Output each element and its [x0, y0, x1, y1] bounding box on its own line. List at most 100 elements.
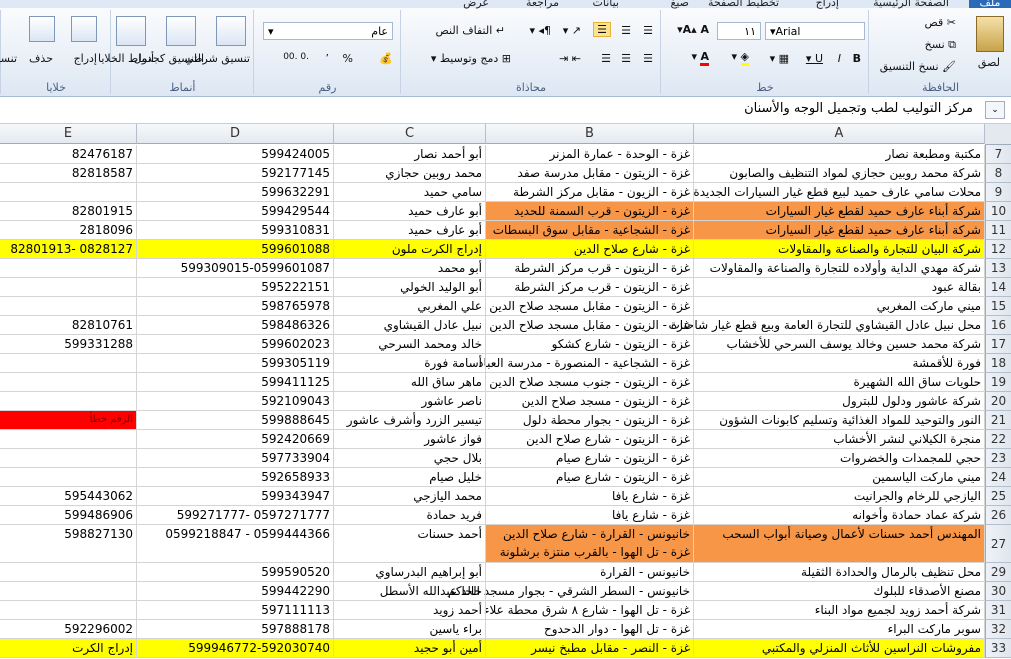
cell-e[interactable] — [0, 601, 137, 620]
cell-e[interactable]: 82476187 — [0, 145, 137, 164]
cell-a[interactable]: شركة مهدي الداية وأولاده للتجارة والصناع… — [694, 259, 985, 278]
cell-d[interactable]: 0599218847 - 0599444366 — [137, 525, 334, 563]
cell-c[interactable]: خالد عبدالله الأسطل — [334, 582, 486, 601]
formula-content[interactable]: مركز التوليب لطب وتجميل الوجه والأسنان — [744, 101, 973, 116]
cell-a[interactable]: محل تنظيف بالرمال والحدادة الثقيلة — [694, 563, 985, 582]
cell-e[interactable]: إدراج الكرت — [0, 639, 137, 658]
column-header-e[interactable]: E — [0, 124, 137, 144]
cell-b[interactable]: غزة - الزيتون - مقابل مسجد صلاح الدين — [486, 316, 694, 335]
cell-b[interactable]: غزة - الزيتون - قرب السمنة للحديد — [486, 202, 694, 221]
align-center-button[interactable]: ☰ — [621, 52, 631, 65]
row-header[interactable]: 22 — [985, 430, 1011, 449]
cell-e[interactable]: 598827130 — [0, 525, 137, 563]
row-header[interactable]: 33 — [985, 639, 1011, 658]
row-header[interactable]: 12 — [985, 240, 1011, 259]
cell-c[interactable]: أحمد حسنات — [334, 525, 486, 563]
cell-b[interactable]: غزة - تل الهوا - دوار الدحدوح — [486, 620, 694, 639]
cell-b[interactable]: غزة - الزيتون - جنوب مسجد صلاح الدين — [486, 373, 694, 392]
cell-a[interactable]: شركة عاشور ودلول للبترول — [694, 392, 985, 411]
cell-c[interactable]: فواز عاشور — [334, 430, 486, 449]
row-header[interactable]: 14 — [985, 278, 1011, 297]
row-header[interactable]: 29 — [985, 563, 1011, 582]
comma-button[interactable]: ٬ — [326, 52, 330, 65]
cell-b[interactable]: غزة - الزيتون - قرب مركز الشرطة — [486, 259, 694, 278]
row-header[interactable]: 17 — [985, 335, 1011, 354]
row-header[interactable]: 19 — [985, 373, 1011, 392]
cell-c[interactable]: أبو إبراهيم البدرساوي — [334, 563, 486, 582]
cell-a[interactable]: سوبر ماركت البراء — [694, 620, 985, 639]
align-middle-button[interactable]: ☰ — [621, 24, 631, 37]
row-header[interactable]: 10 — [985, 202, 1011, 221]
tab-file[interactable]: ملف — [969, 0, 1011, 9]
align-bottom-button[interactable]: ☰ — [593, 22, 611, 37]
currency-button[interactable]: 💰 — [379, 52, 393, 65]
cell-a[interactable]: حلويات ساق الله الشهيرة — [694, 373, 985, 392]
cell-d[interactable]: 599271777- 0597271777 — [137, 506, 334, 525]
cell-e[interactable] — [0, 373, 137, 392]
cell-a[interactable]: مصنع الأصدقاء للبلوك — [694, 582, 985, 601]
cell-c[interactable]: أبو عارف حميد — [334, 202, 486, 221]
cell-a[interactable]: شركة أبناء عارف حميد لقطع غيار السيارات — [694, 221, 985, 240]
row-header[interactable]: 20 — [985, 392, 1011, 411]
insert-cells-button[interactable] — [71, 16, 97, 45]
row-header[interactable]: 31 — [985, 601, 1011, 620]
cell-a[interactable]: منجرة الكيلاني لنشر الأخشاب — [694, 430, 985, 449]
expand-formula-button[interactable]: ⌄ — [985, 101, 1005, 119]
cell-c[interactable]: تيسير الزرد وأشرف عاشور — [334, 411, 486, 430]
cell-e[interactable]: الرقم خطأ — [0, 411, 137, 430]
cell-c[interactable]: أبو محمد — [334, 259, 486, 278]
cell-d[interactable]: 599305119 — [137, 354, 334, 373]
cell-c[interactable]: أحمد زويد — [334, 601, 486, 620]
tab-page-layout[interactable]: تخطيط الصفحة — [708, 0, 779, 9]
cell-e[interactable]: 595443062 — [0, 487, 137, 506]
cell-b[interactable]: غزة - الزيون - مقابل مركز الشرطة — [486, 183, 694, 202]
fill-color-button[interactable]: ◈ ▾ — [732, 50, 749, 66]
cell-e[interactable] — [0, 563, 137, 582]
cell-e[interactable] — [0, 354, 137, 373]
cell-d[interactable]: 599310831 — [137, 221, 334, 240]
cell-c[interactable]: بلال حجي — [334, 449, 486, 468]
cell-a[interactable]: مكتبة ومطبعة نصار — [694, 145, 985, 164]
cell-d[interactable]: 598486326 — [137, 316, 334, 335]
cell-a[interactable]: حجي للمجمدات والخضروات — [694, 449, 985, 468]
cell-e[interactable] — [0, 468, 137, 487]
cell-a[interactable]: محل نبيل عادل القيشاوي للتجارة العامة وب… — [668, 316, 985, 335]
row-header[interactable]: 32 — [985, 620, 1011, 639]
cell-c[interactable]: ماهر ساق الله — [334, 373, 486, 392]
cell-c[interactable]: سامي حميد — [334, 183, 486, 202]
cell-d[interactable]: 599632291 — [137, 183, 334, 202]
cell-a[interactable]: شركة أبناء عارف حميد لقطع غيار السيارات — [694, 202, 985, 221]
cell-c[interactable]: محمد روبين حجازي — [334, 164, 486, 183]
italic-button[interactable]: I — [838, 52, 841, 65]
cell-b[interactable]: غزة - الشجاعية - المنصورة - مدرسة العباد — [478, 354, 694, 373]
font-size-select[interactable]: ١١ — [717, 22, 761, 40]
cell-d[interactable]: 599429544 — [137, 202, 334, 221]
row-header[interactable]: 26 — [985, 506, 1011, 525]
cell-b[interactable]: غزة - الزيتون - مقابل مدرسة صفد — [486, 164, 694, 183]
cell-e[interactable]: 599486906 — [0, 506, 137, 525]
cell-a[interactable]: شركة محمد حسين وخالد يوسف السرحي للأخشاب — [694, 335, 985, 354]
cell-a[interactable]: ميني ماركت المغربي — [694, 297, 985, 316]
cell-e[interactable] — [0, 449, 137, 468]
cell-a[interactable]: بقالة عبود — [694, 278, 985, 297]
cell-b[interactable]: غزة - شارع يافا — [486, 506, 694, 525]
cell-c[interactable]: نبيل عادل القيشاوي — [334, 316, 486, 335]
align-top-button[interactable]: ☰ — [643, 24, 653, 37]
cell-c[interactable]: محمد اليازجي — [334, 487, 486, 506]
cell-d[interactable]: 599343947 — [137, 487, 334, 506]
copy-button[interactable]: ⧉ نسخ — [925, 38, 956, 52]
row-header[interactable]: 13 — [985, 259, 1011, 278]
row-header[interactable]: 21 — [985, 411, 1011, 430]
tab-view[interactable]: عرض — [463, 0, 489, 9]
delete-cells-button[interactable] — [29, 16, 55, 45]
row-header[interactable]: 27 — [985, 525, 1011, 563]
row-header[interactable]: 18 — [985, 354, 1011, 373]
cell-b[interactable]: غزة - الزيتون - شارع صيام — [486, 449, 694, 468]
tab-home[interactable]: الصفحة الرئيسية — [873, 0, 949, 9]
row-header[interactable]: 7 — [985, 145, 1011, 164]
number-format-select[interactable]: عام ▾ — [263, 22, 393, 40]
cell-d[interactable]: 599601088 — [137, 240, 334, 259]
cell-d[interactable]: 599411125 — [137, 373, 334, 392]
cell-b[interactable]: خانيونس - القرارة - شارع صلاح الدين غزة -… — [486, 525, 694, 563]
cell-b[interactable]: غزة - الزيتون - شارع صيام — [486, 468, 694, 487]
